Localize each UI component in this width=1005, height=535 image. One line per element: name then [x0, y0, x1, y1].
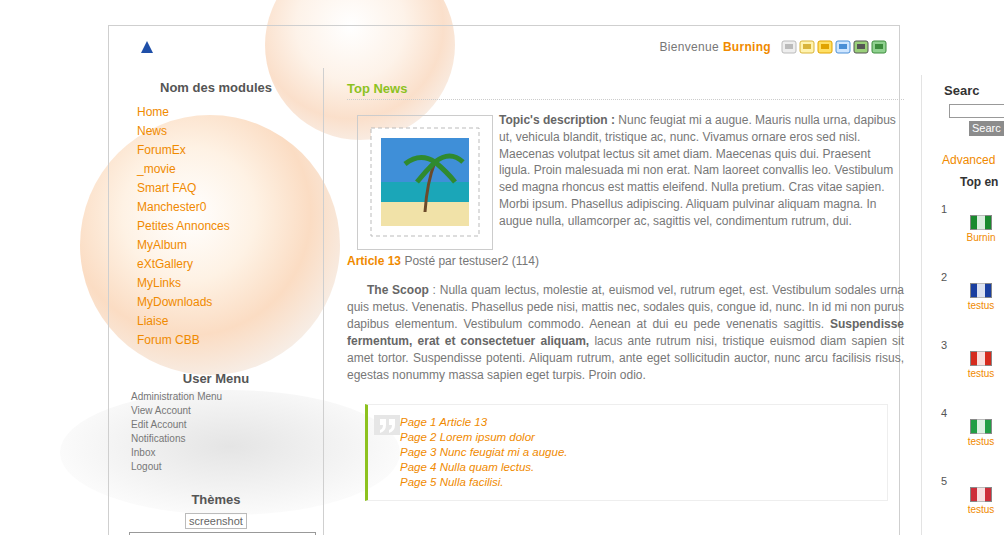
admin-icon[interactable]: [853, 39, 869, 55]
theme-preview[interactable]: screenshot: [185, 513, 247, 529]
page: BienvenueBurningNom des modulesHomeNewsF…: [0, 0, 1005, 535]
user-menu: Administration MenuView AccountEdit Acco…: [109, 390, 323, 474]
module-link[interactable]: Forum CBB: [137, 331, 323, 350]
page-list: Page 1 Article 13Page 2 Lorem ipsum dolo…: [400, 415, 568, 490]
main-body: Nom des modules HomeNewsForumEx_movieSmar…: [109, 68, 899, 535]
flag-icon: [970, 487, 992, 502]
poster-cell: testus: [960, 407, 1002, 461]
scoop-text: : Nulla quam lectus, molestie at, euismo…: [347, 283, 904, 331]
page-link[interactable]: Page 1 Article 13: [400, 415, 568, 430]
flag-icon: [970, 419, 992, 434]
module-link[interactable]: MyAlbum: [137, 236, 323, 255]
posted-by: Posté par testuser2 (114): [404, 254, 539, 268]
module-link[interactable]: eXtGallery: [137, 255, 323, 274]
modules-menu: HomeNewsForumEx_movieSmart FAQManchester…: [109, 103, 323, 350]
poster-cell: testus: [960, 475, 1002, 529]
notes-icon[interactable]: [799, 39, 815, 55]
page-link[interactable]: Page 3 Nunc feugiat mi a augue.: [400, 445, 568, 460]
inbox-icon[interactable]: [781, 39, 797, 55]
poster-name[interactable]: Burnin: [967, 232, 996, 243]
smiley-icon[interactable]: [817, 39, 833, 55]
poster-name[interactable]: testus: [968, 504, 995, 515]
pages-box: Page 1 Article 13Page 2 Lorem ipsum dolo…: [365, 404, 888, 501]
poster-name[interactable]: testus: [968, 368, 995, 379]
header-icons: [781, 39, 887, 55]
description-text: Nunc feugiat mi a augue. Mauris nulla ur…: [499, 113, 896, 228]
modules-title: Nom des modules: [109, 80, 323, 95]
quote-icon: [374, 415, 400, 435]
content: Top News Topic's description : Nunc feugi…: [324, 68, 904, 501]
article-link[interactable]: Article 13: [347, 254, 401, 268]
article-body: The Scoop : Nulla quam lectus, molestie …: [347, 282, 904, 384]
module-link[interactable]: MyDownloads: [137, 293, 323, 312]
search-button[interactable]: Searc: [969, 121, 1004, 136]
welcome-text: Bienvenue: [659, 40, 718, 54]
welcome-bar: Bienvenue Burning: [659, 39, 887, 55]
search-input[interactable]: [949, 104, 1004, 118]
user-menu-link[interactable]: Logout: [131, 460, 323, 474]
description-label: Topic's description :: [499, 113, 615, 127]
topic-description: Topic's description : Nunc feugiat mi a …: [499, 112, 904, 250]
top-poster-row: 3 testus: [922, 339, 1004, 393]
user-menu-link[interactable]: Edit Account: [131, 418, 323, 432]
poster-rank: 3: [941, 339, 960, 393]
top-poster-row: 5 testus: [922, 475, 1004, 529]
theme-select[interactable]: [129, 532, 316, 535]
username-link[interactable]: Burning: [723, 40, 771, 54]
top-poster-row: 1 Burnin: [922, 203, 1004, 257]
right-column: SearcSearcAdvancedTop en1Burnin2testus3t…: [921, 75, 1004, 535]
user-menu-link[interactable]: Administration Menu: [131, 390, 323, 404]
top-posters-title: Top en: [960, 175, 1004, 189]
poster-name[interactable]: testus: [968, 436, 995, 447]
logo-icon[interactable]: [139, 39, 155, 55]
search-title: Searc: [922, 83, 1004, 98]
module-link[interactable]: ForumEx: [137, 141, 323, 160]
poster-cell: testus: [960, 339, 1002, 393]
module-link[interactable]: Home: [137, 103, 323, 122]
module-link[interactable]: News: [137, 122, 323, 141]
stamp-icon: [365, 122, 485, 242]
sidebar: Nom des modules HomeNewsForumEx_movieSmar…: [109, 68, 324, 535]
module-link[interactable]: _movie: [137, 160, 323, 179]
marble-decoration: [80, 115, 340, 375]
module-link[interactable]: Petites Annonces: [137, 217, 323, 236]
module-link[interactable]: Smart FAQ: [137, 179, 323, 198]
search-icon[interactable]: [835, 39, 851, 55]
page-link[interactable]: Page 5 Nulla facilisi.: [400, 475, 568, 490]
module-link[interactable]: Manchester0: [137, 198, 323, 217]
logout-icon[interactable]: [871, 39, 887, 55]
module-link[interactable]: Liaise: [137, 312, 323, 331]
advanced-search-link[interactable]: Advanced: [942, 153, 1004, 167]
marble-decoration: [265, 0, 455, 140]
poster-rank: 1: [941, 203, 960, 257]
topic-image: [357, 115, 493, 250]
flag-icon: [970, 215, 992, 230]
poster-name[interactable]: testus: [968, 300, 995, 311]
header: Bienvenue Burning: [109, 26, 899, 68]
poster-rank: 5: [941, 475, 960, 529]
flag-icon: [970, 351, 992, 366]
flag-icon: [970, 283, 992, 298]
page-link[interactable]: Page 2 Lorem ipsum dolor: [400, 430, 568, 445]
top-poster-row: 2 testus: [922, 271, 1004, 325]
module-link[interactable]: MyLinks: [137, 274, 323, 293]
topic-row: Topic's description : Nunc feugiat mi a …: [347, 115, 904, 250]
main-frame: BienvenueBurningNom des modulesHomeNewsF…: [108, 25, 900, 535]
poster-rank: 2: [941, 271, 960, 325]
themes-title: Thèmes: [109, 492, 323, 507]
poster-cell: Burnin: [960, 203, 1002, 257]
user-menu-link[interactable]: Inbox: [131, 446, 323, 460]
user-menu-title: User Menu: [109, 371, 323, 386]
section-title: Top News: [347, 81, 904, 100]
poster-rank: 4: [941, 407, 960, 461]
user-menu-link[interactable]: View Account: [131, 404, 323, 418]
scoop-label: The Scoop: [367, 283, 429, 297]
poster-cell: testus: [960, 271, 1002, 325]
top-poster-row: 4 testus: [922, 407, 1004, 461]
user-menu-link[interactable]: Notifications: [131, 432, 323, 446]
page-link[interactable]: Page 4 Nulla quam lectus.: [400, 460, 568, 475]
article-meta: Article 13 Posté par testuser2 (114): [347, 254, 904, 268]
